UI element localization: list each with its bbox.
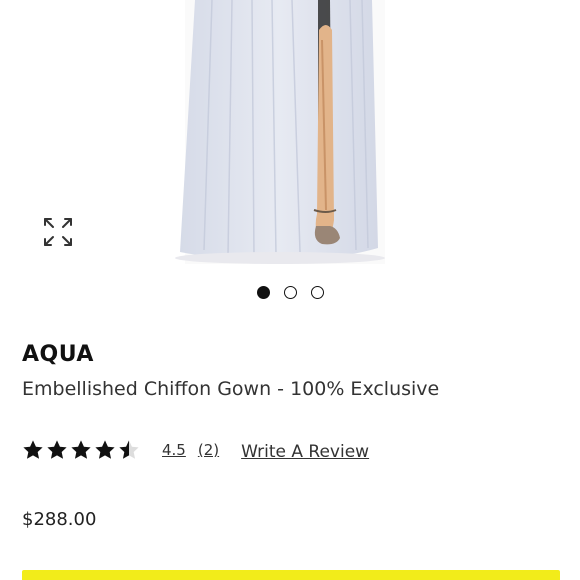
image-carousel-dots [0,286,580,302]
write-review-link[interactable]: Write A Review [241,442,369,462]
product-title: Embellished Chiffon Gown - 100% Exclusiv… [22,378,440,400]
star-filled-icon [47,440,67,459]
product-image[interactable] [0,0,580,268]
carousel-dot-2[interactable] [283,286,297,299]
review-count-link[interactable]: (2) [198,441,219,459]
product-price: $288.00 [22,509,97,530]
expand-arrows-icon [44,218,72,246]
star-filled-icon [23,440,43,459]
rating-row: 4.5 (2) Write A Review [22,436,369,464]
add-to-bag-button[interactable] [22,570,560,580]
expand-image-button[interactable] [38,212,78,252]
carousel-dot-3[interactable] [310,286,324,299]
star-half-icon [119,440,139,459]
brand-name[interactable]: AQUA [22,342,94,367]
carousel-dot-1[interactable] [256,286,270,299]
gown-photo [175,0,385,264]
rating-value-link[interactable]: 4.5 [162,441,186,459]
rating-stars [22,439,140,461]
star-filled-icon [95,440,115,459]
star-filled-icon [71,440,91,459]
